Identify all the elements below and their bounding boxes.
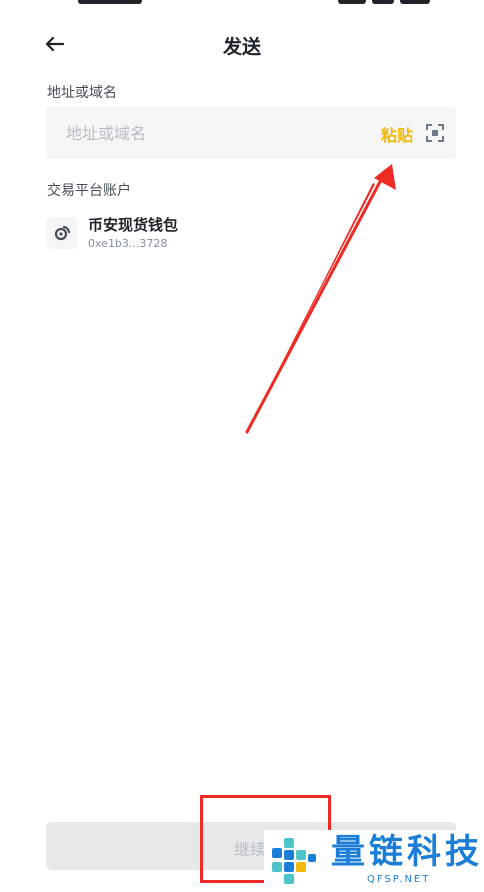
status-time xyxy=(78,0,142,4)
scan-qr-icon[interactable] xyxy=(426,124,444,142)
status-bar xyxy=(0,0,484,10)
signal-icon xyxy=(338,0,366,4)
exchange-account-item[interactable]: 币安现货钱包 0xe1b3...3728 xyxy=(46,210,346,254)
account-address: 0xe1b3...3728 xyxy=(88,237,168,250)
paste-button[interactable]: 粘贴 xyxy=(381,122,413,146)
page-title: 发送 xyxy=(222,36,261,58)
header: 发送 xyxy=(0,22,484,66)
wifi-icon xyxy=(372,0,394,4)
address-label: 地址或域名 xyxy=(47,85,117,101)
account-name: 币安现货钱包 xyxy=(88,216,179,234)
wallet-icon xyxy=(46,217,78,249)
watermark-logo xyxy=(272,838,316,884)
watermark-subtext: QFSP.NET xyxy=(367,874,431,885)
exchange-section-label: 交易平台账户 xyxy=(47,183,131,199)
watermark: 量链科技 QFSP.NET xyxy=(264,830,484,892)
address-input-box: 粘贴 xyxy=(46,107,456,159)
watermark-text: 量链科技 xyxy=(331,832,483,872)
address-input[interactable] xyxy=(66,107,366,159)
battery-icon xyxy=(400,0,430,4)
